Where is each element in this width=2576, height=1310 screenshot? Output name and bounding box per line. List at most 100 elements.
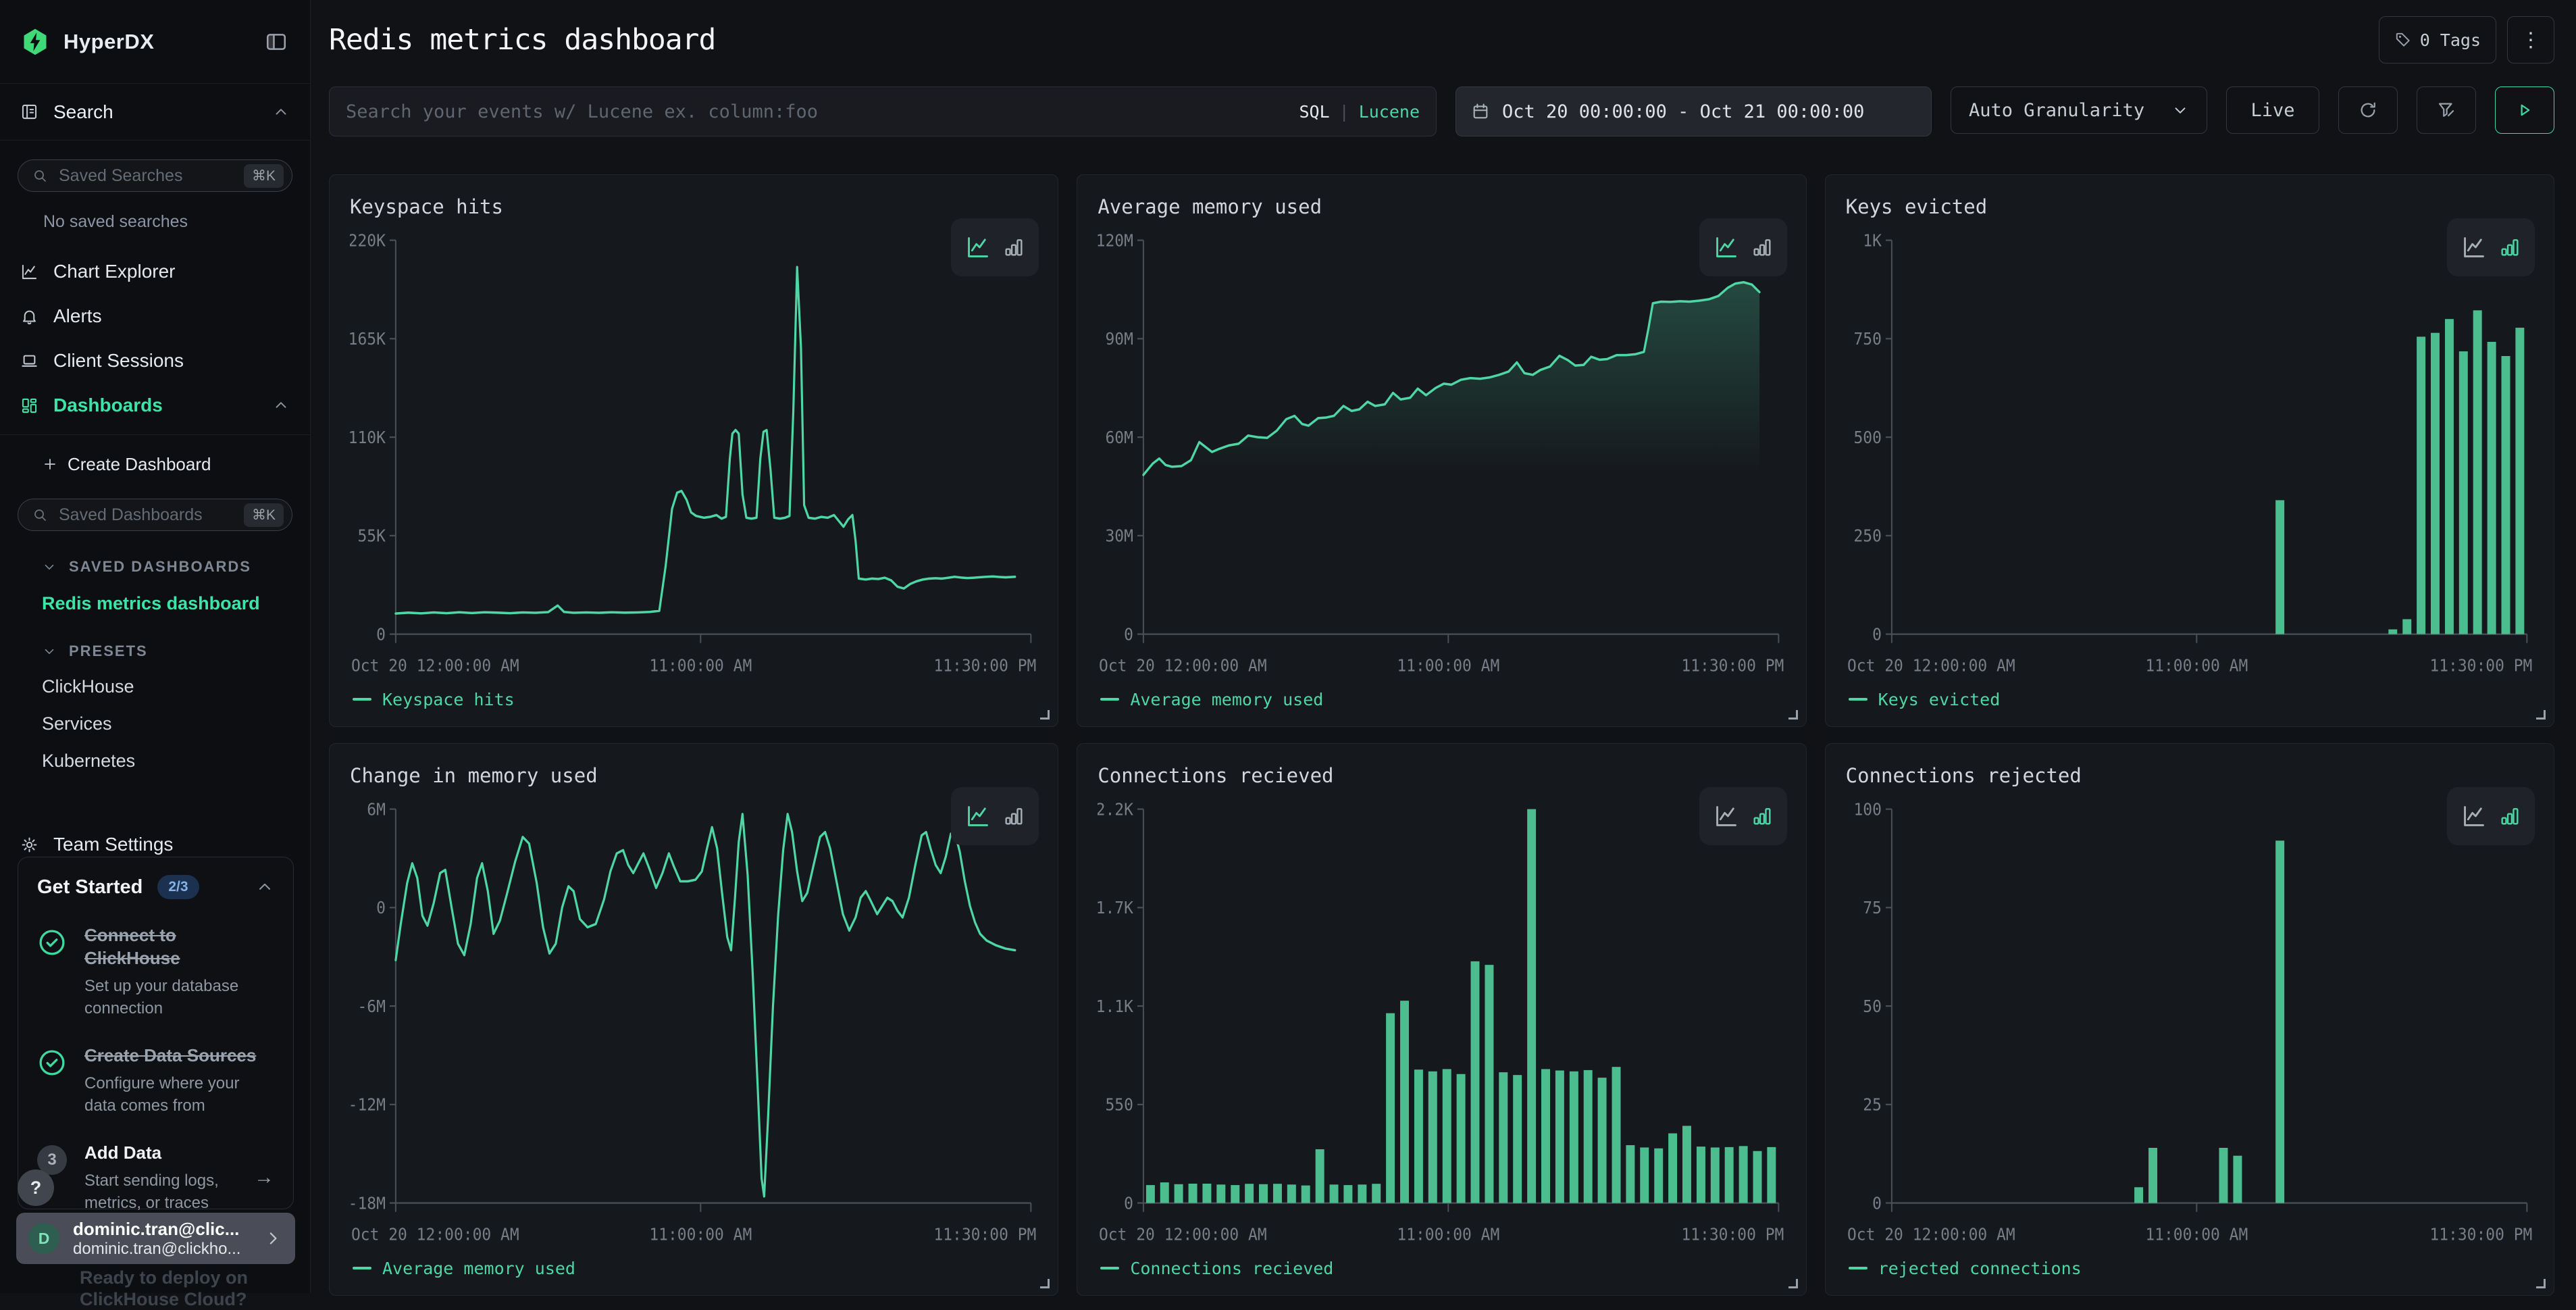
svg-text:11:00:00 AM: 11:00:00 AM	[649, 656, 752, 676]
live-button[interactable]: Live	[2226, 86, 2319, 134]
get-started-item-datasources[interactable]: Create Data Sources Configure where your…	[37, 1044, 274, 1117]
chart-plot[interactable]: 1007550250Oct 20 12:00:00 AM11:00:00 AM1…	[1846, 790, 2533, 1251]
saved-dashboards-input[interactable]: Saved Dashboards ⌘K	[18, 499, 292, 531]
sidebar-collapse-icon[interactable]	[263, 28, 290, 55]
chart-type-toggle[interactable]	[951, 787, 1039, 845]
chart-type-toggle[interactable]	[951, 218, 1039, 276]
refresh-button[interactable]	[2338, 86, 2398, 134]
panel-keys-evicted: Keys evicted 1K7505002500Oct 20 12:00:00…	[1825, 174, 2554, 727]
svg-text:11:30:00 PM: 11:30:00 PM	[2429, 1225, 2532, 1244]
svg-text:11:00:00 AM: 11:00:00 AM	[2145, 1225, 2248, 1244]
line-chart-icon[interactable]	[2461, 234, 2487, 260]
chart-plot[interactable]: 6M0-6M-12M-18MOct 20 12:00:00 AM11:00:00…	[350, 790, 1037, 1251]
tags-button[interactable]: 0 Tags	[2379, 16, 2496, 64]
svg-text:220K: 220K	[350, 230, 386, 250]
chart-type-toggle[interactable]	[1699, 787, 1787, 845]
svg-text:-12M: -12M	[350, 1095, 386, 1115]
svg-text:0: 0	[376, 898, 386, 917]
line-chart-icon[interactable]	[1714, 234, 1739, 260]
chart-type-toggle[interactable]	[2447, 218, 2535, 276]
svg-text:165K: 165K	[350, 329, 386, 349]
svg-text:50: 50	[1863, 997, 1882, 1016]
bar-chart-icon[interactable]	[2499, 805, 2521, 827]
svg-text:0: 0	[376, 624, 386, 644]
svg-text:2.2K: 2.2K	[1098, 799, 1133, 819]
svg-text:-18M: -18M	[350, 1193, 386, 1213]
get-started-title: Get Started	[37, 876, 143, 899]
get-started-item-add-data[interactable]: 3 Add Data Start sending logs, metrics, …	[37, 1141, 274, 1214]
chart-type-toggle[interactable]	[1699, 218, 1787, 276]
resize-handle[interactable]	[1788, 710, 1798, 720]
line-chart-icon[interactable]	[965, 234, 991, 260]
sidebar-section-search[interactable]: Search	[0, 84, 310, 141]
line-chart-icon[interactable]	[2461, 803, 2487, 829]
resize-handle[interactable]	[2536, 1279, 2546, 1288]
bar-chart-icon[interactable]	[2499, 236, 2521, 258]
resize-handle[interactable]	[2536, 710, 2546, 720]
arrow-right-icon: →	[254, 1166, 274, 1189]
svg-text:90M: 90M	[1106, 329, 1133, 349]
chevron-up-icon[interactable]	[255, 878, 274, 897]
chart-title: Change in memory used	[350, 764, 1037, 787]
chevron-up-icon	[272, 397, 290, 414]
line-chart-icon[interactable]	[965, 803, 991, 829]
chart-title: Connections rejected	[1846, 764, 2533, 787]
page-title: Redis metrics dashboard	[329, 23, 715, 57]
refresh-icon	[2358, 100, 2378, 120]
svg-text:25: 25	[1863, 1095, 1882, 1115]
chart-title: Keyspace hits	[350, 195, 1037, 218]
sidebar-item-preset-clickhouse[interactable]: ClickHouse	[0, 668, 310, 705]
saved-searches-input[interactable]: Saved Searches ⌘K	[18, 159, 292, 192]
svg-text:Oct 20 12:00:00 AM: Oct 20 12:00:00 AM	[1847, 656, 2015, 676]
lucene-toggle[interactable]: Lucene	[1359, 102, 1420, 122]
get-started-item-connect[interactable]: Connect to ClickHouse Set up your databa…	[37, 924, 274, 1019]
presets-header[interactable]: PRESETS	[42, 643, 310, 660]
line-chart-icon[interactable]	[1714, 803, 1739, 829]
chart-plot[interactable]: 1K7505002500Oct 20 12:00:00 AM11:00:00 A…	[1846, 221, 2533, 682]
sidebar-item-preset-kubernetes[interactable]: Kubernetes	[0, 742, 310, 780]
sidebar-item-dashboards[interactable]: Dashboards	[0, 383, 310, 428]
help-button[interactable]: ?	[18, 1169, 54, 1206]
bar-chart-icon[interactable]	[1003, 236, 1025, 258]
user-name: dominic.tran@clic...	[73, 1219, 257, 1240]
sidebar-item-redis-dashboard[interactable]: Redis metrics dashboard	[0, 585, 310, 622]
bar-chart-icon[interactable]	[1751, 805, 1773, 827]
resize-handle[interactable]	[1788, 1279, 1798, 1288]
svg-text:11:00:00 AM: 11:00:00 AM	[1397, 656, 1500, 676]
plus-icon	[42, 456, 58, 472]
svg-text:Oct 20 12:00:00 AM: Oct 20 12:00:00 AM	[351, 656, 519, 676]
resize-handle[interactable]	[1040, 710, 1050, 720]
toggle-separator: |	[1339, 102, 1349, 122]
progress-badge: 2/3	[157, 875, 199, 899]
svg-text:6M: 6M	[367, 799, 386, 819]
chart-plot[interactable]: 2.2K1.7K1.1K5500Oct 20 12:00:00 AM11:00:…	[1098, 790, 1785, 1251]
user-menu[interactable]: D dominic.tran@clic... dominic.tran@clic…	[16, 1213, 295, 1264]
run-query-button[interactable]	[2495, 86, 2554, 134]
svg-text:Oct 20 12:00:00 AM: Oct 20 12:00:00 AM	[1099, 656, 1267, 676]
sidebar-item-preset-services[interactable]: Services	[0, 705, 310, 742]
app-name: HyperDX	[63, 30, 154, 54]
resize-handle[interactable]	[1040, 1279, 1050, 1288]
sidebar-item-client-sessions[interactable]: Client Sessions	[0, 338, 310, 383]
event-search-input[interactable]: Search your events w/ Lucene ex. column:…	[329, 86, 1437, 136]
chart-type-toggle[interactable]	[2447, 787, 2535, 845]
svg-text:75: 75	[1863, 898, 1882, 917]
saved-dashboards-header[interactable]: SAVED DASHBOARDS	[42, 558, 310, 576]
sidebar-item-chart-explorer[interactable]: Chart Explorer	[0, 249, 310, 294]
sidebar-item-alerts[interactable]: Alerts	[0, 294, 310, 338]
bar-chart-icon[interactable]	[1751, 236, 1773, 258]
svg-text:1K: 1K	[1863, 230, 1882, 250]
time-range-picker[interactable]: Oct 20 00:00:00 - Oct 21 00:00:00	[1456, 86, 1932, 136]
filter-button[interactable]	[2417, 86, 2476, 134]
chart-plot[interactable]: 120M90M60M30M0Oct 20 12:00:00 AM11:00:00…	[1098, 221, 1785, 682]
chart-plot[interactable]: 220K165K110K55K0Oct 20 12:00:00 AM11:00:…	[350, 221, 1037, 682]
granularity-select[interactable]: Auto Granularity	[1951, 86, 2207, 134]
bar-chart-icon[interactable]	[1003, 805, 1025, 827]
filter-bar: Search your events w/ Lucene ex. column:…	[311, 86, 2576, 136]
svg-text:250: 250	[1853, 526, 1881, 546]
more-options-button[interactable]: ⋮	[2507, 16, 2554, 64]
create-dashboard-button[interactable]: Create Dashboard	[0, 443, 310, 485]
check-circle-icon	[37, 1048, 67, 1078]
sql-toggle[interactable]: SQL	[1299, 102, 1329, 122]
sidebar-nav: Chart Explorer Alerts Client Sessions Da…	[0, 249, 310, 428]
